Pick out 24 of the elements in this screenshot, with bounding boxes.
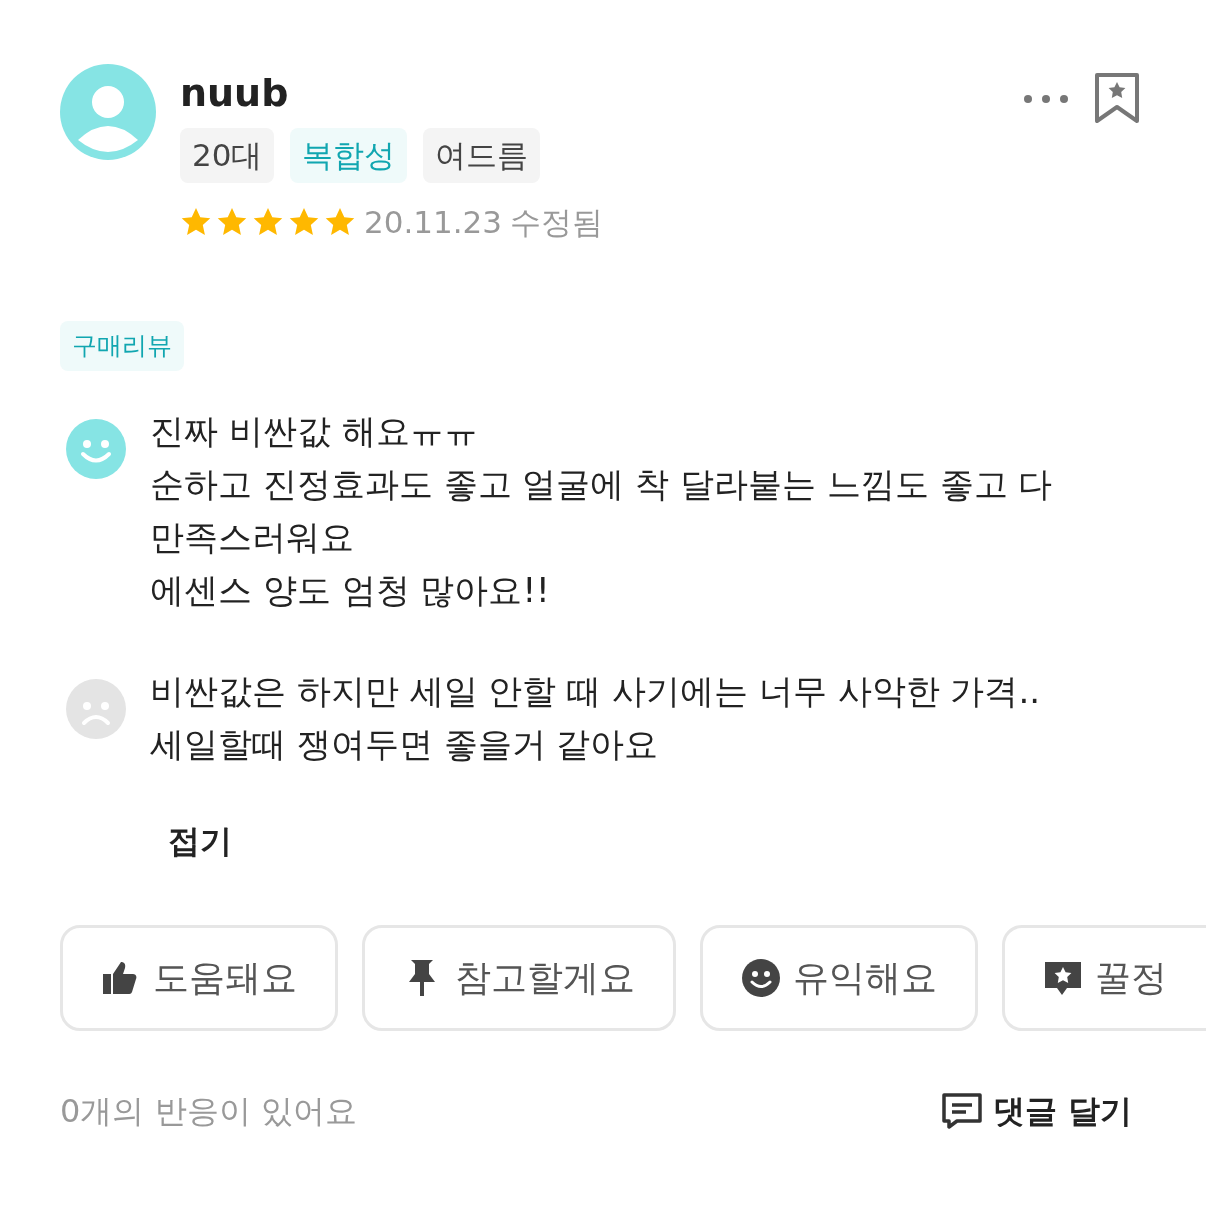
collapse-button[interactable]: 접기 [168, 816, 232, 865]
smiling-face-icon [741, 957, 781, 998]
reaction-button[interactable]: 유익해요 [700, 924, 978, 1031]
user-tag: 20대 [180, 128, 275, 183]
review-text: 진짜 비싼값 해요ㅠㅠ 순하고 진정효과도 좋고 얼굴에 착 달라붙는 느낌도 좋고 다 만족스러워요 에센스 양도 엄청 많아요!! [150, 409, 1053, 612]
avatar-icon [60, 64, 156, 160]
reaction-button[interactable]: 참고할게요 [362, 924, 676, 1031]
reaction-button[interactable]: 도움돼요 [60, 924, 338, 1031]
user-tag: 복합성 [290, 128, 408, 183]
smiling-face-icon [66, 418, 126, 479]
comment-icon [940, 1091, 983, 1130]
review-text: 비싼값은 하지만 세일 안할 때 사기에는 너무 사악한 가격.. 세일할때 쟁여두면 좋을거 같아요 [150, 669, 1041, 766]
reaction-count: 0개의 반응이 있어요 [60, 1090, 357, 1132]
bookmark-button[interactable] [1094, 72, 1140, 124]
sad-face-icon [66, 678, 126, 739]
user-tag: 여드름 [423, 128, 541, 183]
edited-label: 수정됨 [510, 202, 604, 242]
review-date: 20.11.23 [364, 202, 503, 242]
bookmark-icon [1094, 72, 1140, 124]
user-name: nuub [180, 74, 290, 112]
comment-button[interactable]: 댓글 달기 [940, 1086, 1132, 1135]
purchase-review-badge: 구매리뷰 [60, 321, 184, 371]
reaction-button[interactable]: 꿀정 [1002, 924, 1206, 1031]
more-icon [1022, 92, 1070, 105]
